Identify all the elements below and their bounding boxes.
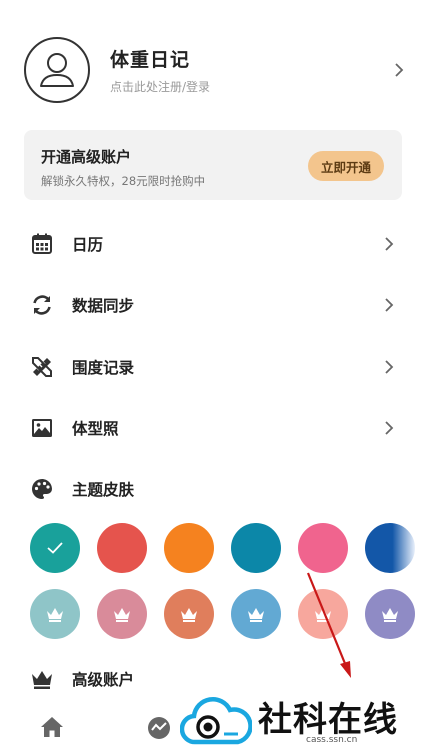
profile-header[interactable]: 体重日记 点击此处注册/登录	[24, 36, 404, 104]
theme-swatch-premium-4[interactable]	[231, 589, 281, 639]
sync-icon	[33, 295, 51, 315]
theme-swatch-pink[interactable]	[298, 523, 348, 573]
menu-item-label: 日历	[72, 236, 104, 254]
activate-now-button[interactable]: 立即开通	[308, 151, 384, 181]
menu-item-label: 高级账户	[72, 671, 135, 689]
avatar[interactable]	[24, 37, 90, 103]
calendar-icon	[32, 233, 52, 254]
theme-swatch-orange[interactable]	[164, 523, 214, 573]
chevron-right-icon	[384, 298, 394, 312]
crown-icon	[315, 608, 331, 622]
user-icon	[40, 53, 74, 87]
theme-swatch-premium-2[interactable]	[97, 589, 147, 639]
premium-card[interactable]: 开通高级账户 解锁永久特权，28元限时抢购中 立即开通	[24, 130, 402, 200]
theme-swatch-premium-1[interactable]	[30, 589, 80, 639]
chevron-right-icon	[384, 421, 394, 435]
crown-icon	[248, 608, 264, 622]
menu-item-theme-skin: 主题皮肤	[30, 474, 394, 504]
chevron-right-icon	[394, 63, 404, 77]
watermark: 社科在线 cass.ssn.cn	[178, 688, 425, 756]
menu-item-label: 数据同步	[72, 297, 135, 315]
crown-icon	[47, 608, 63, 622]
premium-subtitle: 解锁永久特权，28元限时抢购中	[41, 174, 206, 188]
chevron-right-icon	[384, 237, 394, 251]
check-icon	[47, 542, 63, 554]
menu-item-girth-record[interactable]: 围度记录	[30, 352, 394, 382]
cloud-logo-icon	[180, 696, 252, 745]
theme-swatch-premium-5[interactable]	[298, 589, 348, 639]
menu-item-label: 主题皮肤	[72, 481, 135, 499]
watermark-text: 社科在线	[258, 700, 398, 740]
watermark-url: cass.ssn.cn	[306, 735, 358, 745]
app-name: 体重日记	[110, 49, 191, 71]
theme-swatch-premium-3[interactable]	[164, 589, 214, 639]
theme-swatch-teal[interactable]	[30, 523, 80, 573]
chart-icon[interactable]	[147, 716, 171, 740]
login-hint[interactable]: 点击此处注册/登录	[110, 78, 394, 95]
crown-icon	[181, 608, 197, 622]
menu-item-label: 体型照	[72, 420, 119, 438]
home-icon[interactable]	[40, 716, 64, 738]
palette-icon	[32, 479, 52, 499]
theme-swatch-premium-6[interactable]	[365, 589, 415, 639]
theme-swatch-navy[interactable]	[365, 523, 415, 573]
crown-icon	[114, 608, 130, 622]
crown-icon	[32, 671, 52, 689]
theme-swatch-blue-teal[interactable]	[231, 523, 281, 573]
crown-icon	[382, 608, 398, 622]
premium-title: 开通高级账户	[41, 148, 132, 166]
menu-item-label: 围度记录	[72, 359, 135, 377]
ruler-pencil-icon	[32, 357, 52, 377]
menu-item-body-photo[interactable]: 体型照	[30, 413, 394, 443]
theme-swatch-red[interactable]	[97, 523, 147, 573]
menu-item-data-sync[interactable]: 数据同步	[30, 290, 394, 320]
menu-item-calendar[interactable]: 日历	[30, 229, 394, 259]
chevron-right-icon	[384, 360, 394, 374]
image-icon	[32, 419, 52, 437]
